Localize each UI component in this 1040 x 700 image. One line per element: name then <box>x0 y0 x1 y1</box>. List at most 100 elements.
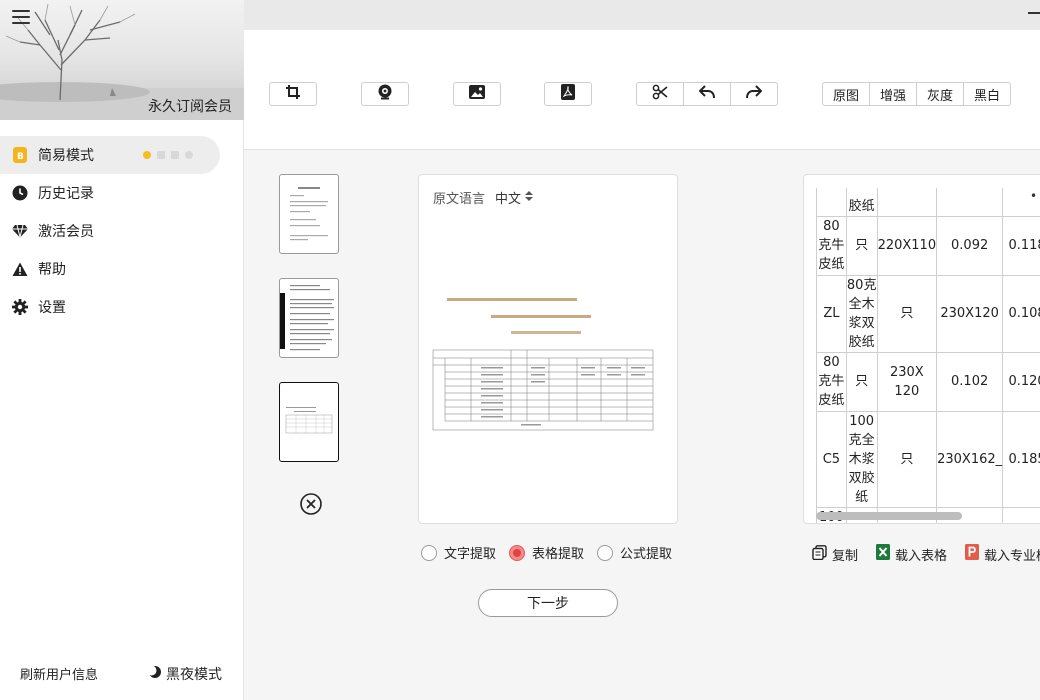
next-step-button[interactable]: 下一步 <box>478 589 618 617</box>
filter-original-button[interactable]: 原图 <box>823 83 870 105</box>
filter-grayscale-button[interactable]: 灰度 <box>917 83 964 105</box>
radio-circle <box>509 544 526 561</box>
close-circle-icon <box>300 493 322 519</box>
clock-icon <box>12 185 28 201</box>
table-cell: 0.092 <box>936 215 1004 276</box>
window-titlebar <box>244 0 1040 30</box>
undo-icon <box>698 85 715 103</box>
sidebar-item-help[interactable]: 帮助 <box>0 250 244 288</box>
import-table-button[interactable]: 载入表格 <box>876 544 947 564</box>
undo-button[interactable] <box>684 83 731 105</box>
table-cell: 80克全木浆双胶纸 <box>845 274 878 353</box>
table-cell: C5 <box>816 410 847 508</box>
pdf-icon <box>561 84 575 104</box>
page-thumbnail-2[interactable] <box>279 278 339 358</box>
copy-button[interactable]: 复制 <box>812 544 859 564</box>
image-button[interactable] <box>453 82 501 106</box>
page-thumbnail-3[interactable] <box>279 382 339 462</box>
table-row: 胶纸 <box>816 188 1040 217</box>
sidebar-item-label: 历史记录 <box>38 186 94 202</box>
table-cell: 只 <box>845 215 878 276</box>
sidebar-item-label: 设置 <box>38 300 66 316</box>
svg-text:B: B <box>17 152 24 162</box>
table-cell: 0.120 <box>1002 351 1040 412</box>
sidebar-item-activate-member[interactable]: 激活会员 <box>0 212 244 250</box>
table-cell: 0.118 <box>1002 215 1040 276</box>
toolbar: 原图 增强 灰度 黑白 <box>244 30 1040 150</box>
source-language-row: 原文语言 中文 <box>433 188 534 207</box>
filter-bw-button[interactable]: 黑白 <box>964 83 1010 105</box>
extraction-mode-group: 文字提取 表格提取 公式提取 <box>421 543 672 562</box>
table-cell: 230X120 <box>936 274 1004 353</box>
redo-icon <box>746 85 763 103</box>
copy-label: 复制 <box>832 548 859 564</box>
scrollbar-thumb[interactable] <box>816 512 962 520</box>
sidebar-nav: B 简易模式 历史记录 激活会员 帮助 设置 <box>0 136 244 326</box>
table-cell: 只 <box>876 410 938 508</box>
night-mode-label: 黑夜模式 <box>166 667 222 683</box>
table-row: 80克牛皮纸 只 230X 120 0.102 0.120 <box>816 351 1040 412</box>
mode-text-radio[interactable]: 文字提取 <box>421 543 496 562</box>
filter-enhance-button[interactable]: 增强 <box>870 83 917 105</box>
document-preview-image <box>432 298 654 431</box>
sidebar-item-history[interactable]: 历史记录 <box>0 174 244 212</box>
minimize-window-button[interactable] <box>1028 12 1040 14</box>
horizontal-scrollbar[interactable] <box>816 512 1040 520</box>
sidebar-item-label: 简易模式 <box>38 148 94 164</box>
result-table-panel: 胶纸 80克牛皮纸 只 220X110 0.092 0.118 ZL 80克全木… <box>803 174 1040 524</box>
table-cell: 80克牛皮纸 <box>816 215 847 276</box>
webcam-icon <box>377 84 393 104</box>
result-table: 胶纸 80克牛皮纸 只 220X110 0.092 0.118 ZL 80克全木… <box>816 188 1040 523</box>
source-preview-panel: 原文语言 中文 <box>418 174 678 524</box>
mode-formula-radio[interactable]: 公式提取 <box>597 543 672 562</box>
radio-circle <box>421 544 437 561</box>
table-cell: 只 <box>845 351 878 412</box>
sidebar-item-label: 激活会员 <box>38 224 94 240</box>
import-pro-label: 载入专业模 <box>984 548 1040 564</box>
table-cell: 0.108 <box>1002 274 1040 353</box>
sort-arrows-icon <box>525 190 534 205</box>
sidebar-item-easy-mode[interactable]: B 简易模式 <box>0 136 220 174</box>
table-cell: 220X110 <box>876 215 938 276</box>
copy-icon <box>812 544 827 564</box>
sidebar-item-settings[interactable]: 设置 <box>0 288 244 326</box>
source-language-select[interactable]: 中文 <box>495 188 534 207</box>
edit-button-group <box>636 82 778 106</box>
table-cell: 230X 120 <box>876 351 938 412</box>
table-cell: 0.185 <box>1002 410 1040 508</box>
webcam-button[interactable] <box>361 82 409 106</box>
source-language-value: 中文 <box>495 192 522 207</box>
more-options-icon[interactable]: • • <box>1030 189 1040 203</box>
image-icon <box>469 85 485 103</box>
delete-page-button[interactable] <box>300 493 322 515</box>
diamond-icon <box>12 223 28 239</box>
page-preview-image <box>280 285 334 351</box>
radio-circle <box>597 544 614 561</box>
page-thumbnail-1[interactable] <box>279 174 339 254</box>
cut-button[interactable] <box>637 83 684 105</box>
mode-table-radio[interactable]: 表格提取 <box>509 543 584 562</box>
radio-label: 表格提取 <box>532 547 585 562</box>
import-table-label: 载入表格 <box>895 548 948 564</box>
table-cell: 胶纸 <box>845 188 878 217</box>
cut-icon <box>652 84 668 104</box>
table-row: 80克牛皮纸 只 220X110 0.092 0.118 <box>816 215 1040 276</box>
table-row: ZL 80克全木浆双胶纸 只 230X120 0.108 <box>816 274 1040 353</box>
badge-b-icon: B <box>12 147 28 163</box>
pdf-button[interactable] <box>544 82 592 106</box>
import-pro-button[interactable]: 载入专业模 <box>965 544 1040 564</box>
redo-button[interactable] <box>731 83 777 105</box>
source-language-label: 原文语言 <box>433 192 486 207</box>
crop-button[interactable] <box>269 82 317 106</box>
sidebar-footer: 刷新用户信息 黑夜模式 <box>0 662 244 686</box>
moon-icon <box>146 665 162 683</box>
refresh-user-info-link[interactable]: 刷新用户信息 <box>20 664 98 683</box>
menu-icon[interactable] <box>12 10 30 26</box>
night-mode-toggle[interactable]: 黑夜模式 <box>146 664 222 684</box>
member-status-label: 永久订阅会员 <box>148 99 232 115</box>
table-cell: 只 <box>876 274 938 353</box>
profile-banner: 永久订阅会员 <box>0 0 244 120</box>
radio-label: 公式提取 <box>620 547 673 562</box>
mode-indicator-dots <box>143 151 193 159</box>
table-cell: ZL <box>816 274 847 353</box>
